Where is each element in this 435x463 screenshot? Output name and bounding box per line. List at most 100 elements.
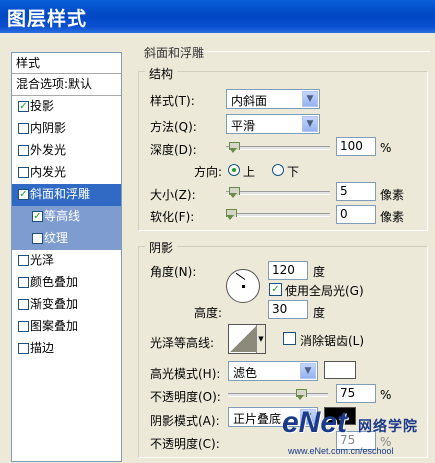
method-value: 平滑 [231, 119, 256, 133]
style-item[interactable]: 外发光 [12, 140, 121, 162]
style-item[interactable]: 内发光 [12, 162, 121, 184]
checkbox[interactable] [18, 167, 29, 178]
checkbox[interactable] [18, 343, 29, 354]
watermark: eNet 网络学院 www.eNet.com.cn/eschool [282, 406, 432, 462]
style-item-label: 内阴影 [30, 121, 67, 135]
angle-label: 角度(N): [150, 265, 197, 279]
method-select[interactable]: 平滑 ▼ [226, 114, 320, 134]
title-bar: 图层样式 [0, 0, 435, 33]
highlight-mode-select[interactable]: 滤色 ▼ [228, 361, 318, 381]
angle-dial[interactable] [226, 269, 260, 303]
style-item-label: 光泽 [30, 253, 55, 267]
style-item[interactable]: 图案叠加 [12, 316, 121, 338]
contour-curve-icon [230, 326, 256, 352]
direction-down-label: 下 [287, 165, 300, 179]
direction-up-radio[interactable] [228, 164, 240, 176]
direction-down-radio[interactable] [272, 164, 284, 176]
checkbox[interactable] [18, 145, 29, 156]
depth-unit: % [380, 141, 392, 155]
style-item[interactable]: 内阴影 [12, 118, 121, 140]
angle-dial-needle [235, 272, 246, 280]
antialias-label: 消除锯齿(L) [300, 334, 365, 348]
soften-slider[interactable] [226, 209, 330, 220]
style-item-label: 斜面和浮雕 [30, 187, 91, 201]
style-item[interactable]: 描边 [12, 338, 121, 360]
soften-input[interactable]: 0 [336, 205, 376, 224]
highlight-color-swatch[interactable] [324, 361, 356, 379]
checkbox[interactable] [18, 299, 29, 310]
chevron-down-icon: ▼ [300, 363, 316, 379]
checkbox[interactable]: ✓ [18, 101, 29, 112]
style-item[interactable]: ✓ 斜面和浮雕 [12, 184, 121, 206]
shadow-opacity-label: 不透明度(C): [150, 437, 220, 451]
checkbox[interactable] [18, 277, 29, 288]
watermark-logo: eNet [282, 406, 348, 439]
direction-label: 方向: [194, 165, 223, 179]
styles-header[interactable]: 样式 [12, 53, 121, 74]
style-item[interactable]: 颜色叠加 [12, 272, 121, 294]
checkbox[interactable] [32, 233, 43, 244]
highlight-mode-value: 滤色 [233, 366, 258, 380]
style-value: 内斜面 [231, 94, 268, 108]
style-item-label: 投影 [30, 99, 55, 113]
style-item[interactable]: 渐变叠加 [12, 294, 121, 316]
altitude-unit: 度 [313, 306, 326, 320]
soften-slider-thumb[interactable] [226, 209, 237, 220]
style-item-label: 描边 [30, 341, 55, 355]
antialias-checkbox[interactable] [283, 332, 296, 345]
style-item[interactable]: 纹理 [12, 228, 121, 250]
angle-input[interactable]: 120 [268, 261, 308, 280]
size-unit: 像素 [380, 188, 405, 202]
soften-label: 软化(F): [150, 210, 195, 224]
checkbox[interactable] [18, 123, 29, 134]
checkbox[interactable] [18, 255, 29, 266]
depth-input[interactable]: 100 [336, 137, 376, 156]
checkbox[interactable] [18, 321, 29, 332]
style-select[interactable]: 内斜面 ▼ [226, 89, 320, 109]
altitude-input[interactable]: 30 [268, 300, 308, 319]
depth-slider[interactable] [226, 142, 330, 153]
chevron-down-icon: ▼ [302, 91, 318, 107]
method-label: 方法(Q): [150, 120, 197, 134]
highlight-opacity-unit: % [380, 388, 392, 402]
style-item-label: 内发光 [30, 165, 67, 179]
window-title: 图层样式 [7, 8, 88, 30]
global-light-checkbox[interactable]: ✓ [269, 283, 282, 296]
highlight-mode-label: 高光模式(H): [150, 367, 221, 381]
blending-options[interactable]: 混合选项:默认 [12, 74, 121, 96]
style-item[interactable]: ✓ 等高线 [12, 206, 121, 228]
highlight-opacity-label: 不透明度(O): [150, 390, 221, 404]
chevron-down-icon: ▼ [256, 325, 265, 353]
global-light-label: 使用全局光(G) [285, 284, 364, 298]
size-input[interactable]: 5 [336, 182, 376, 201]
style-item-label: 外发光 [30, 143, 67, 157]
style-item[interactable]: ✓ 投影 [12, 96, 121, 118]
watermark-url: www.eNet.com.cn/eschool [288, 446, 394, 456]
depth-slider-thumb[interactable] [228, 142, 240, 153]
style-item[interactable]: 光泽 [12, 250, 121, 272]
style-item-label: 渐变叠加 [30, 297, 79, 311]
altitude-label: 高度: [194, 306, 223, 320]
style-item-label: 颜色叠加 [30, 275, 79, 289]
style-item-label: 图案叠加 [30, 319, 79, 333]
style-label: 样式(T): [150, 94, 195, 108]
settings-panel: 斜面和浮雕 结构 样式(T): 内斜面 ▼ 方法(Q): 平滑 ▼ 深度(D):… [128, 40, 435, 463]
direction-up-label: 上 [243, 165, 256, 179]
structure-title: 结构 [145, 65, 178, 82]
gloss-contour-label: 光泽等高线: [150, 336, 215, 350]
size-label: 大小(Z): [150, 188, 196, 202]
size-slider-thumb[interactable] [228, 187, 240, 198]
size-slider[interactable] [226, 187, 330, 198]
highlight-opacity-input[interactable]: 75 [336, 384, 376, 403]
checkbox[interactable]: ✓ [18, 189, 29, 200]
highlight-opacity-slider[interactable] [228, 389, 328, 400]
style-item-label: 纹理 [44, 231, 69, 245]
section-divider [202, 51, 430, 52]
angle-dial-center [242, 285, 245, 288]
checkbox[interactable]: ✓ [32, 211, 43, 222]
highlight-opacity-thumb[interactable] [296, 389, 308, 400]
soften-unit: 像素 [380, 210, 405, 224]
chevron-down-icon: ▼ [302, 116, 318, 132]
style-list: 样式 混合选项:默认 ✓ 投影 内阴影 外发光 内发光 ✓ 斜面和浮雕 ✓ 等高线 纹理 光泽 颜色叠… [11, 52, 122, 462]
gloss-contour-preview[interactable]: ▼ [228, 324, 266, 354]
